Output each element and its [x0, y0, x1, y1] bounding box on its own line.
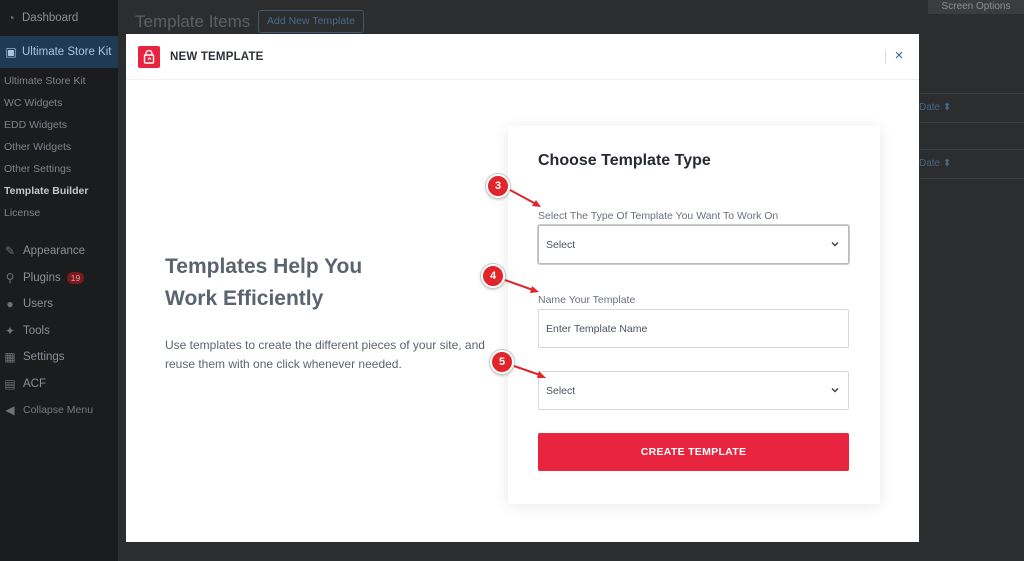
intro-description: Use templates to create the different pi… [165, 338, 485, 371]
sidebar-item-collapse-menu[interactable]: ◀ Collapse Menu [0, 397, 118, 424]
modal-title: NEW TEMPLATE [170, 50, 264, 63]
sidebar-item-label: Users [23, 298, 54, 311]
modal-header: NEW TEMPLATE × [126, 34, 919, 80]
paintbrush-icon: ✎ [4, 244, 16, 259]
settings-icon: ▦ [4, 350, 16, 365]
sidebar-item-acf[interactable]: ▤ ACF [0, 371, 118, 398]
sidebar-item-users[interactable]: ● Users [0, 291, 118, 318]
screen-options-button[interactable]: Screen Options [928, 0, 1024, 14]
sidebar-item-label: Settings [23, 351, 65, 364]
sidebar-item-label: ACF [23, 377, 46, 390]
template-type-select[interactable]: Select [538, 225, 849, 264]
annotation-arrow-5 [513, 365, 546, 378]
plugins-count-badge: 19 [66, 271, 85, 284]
template-type-value: Select [546, 238, 576, 251]
submenu-item-edd-widgets[interactable]: EDD Widgets [0, 114, 118, 136]
store-kit-icon: ▣ [5, 45, 17, 59]
template-name-label: Name Your Template [538, 294, 636, 306]
date-column-header[interactable]: Date ⬍ [919, 93, 1024, 123]
sidebar-item-label: Ultimate Store Kit [22, 46, 112, 58]
submenu-item-other-settings[interactable]: Other Settings [0, 158, 118, 180]
collapse-icon: ◀ [5, 403, 15, 418]
sidebar-item-settings[interactable]: ▦ Settings [0, 344, 118, 371]
create-template-button[interactable]: CREATE TEMPLATE [538, 433, 849, 471]
sidebar-item-appearance[interactable]: ✎ Appearance [0, 238, 118, 265]
sidebar-item-label: Collapse Menu [23, 404, 94, 417]
acf-icon: ▤ [4, 376, 16, 391]
form-heading: Choose Template Type [538, 152, 711, 169]
header-divider [885, 50, 886, 64]
annotation-marker-4: 4 [481, 264, 505, 288]
template-option-value: Select [546, 384, 576, 397]
submenu-item-other-widgets[interactable]: Other Widgets [0, 136, 118, 158]
annotation-marker-3: 3 [486, 174, 510, 198]
dashboard-icon: ◔ [7, 11, 15, 25]
add-new-template-button[interactable]: Add New Template [258, 10, 364, 33]
submenu-item-license[interactable]: License [0, 202, 118, 224]
template-form-card: Choose Template Type Select The Type Of … [508, 126, 880, 504]
annotation-arrow-3 [509, 189, 541, 207]
plugin-logo-icon [138, 45, 160, 68]
template-type-label: Select The Type Of Template You Want To … [538, 210, 779, 222]
submenu-item-template-builder[interactable]: Template Builder [0, 180, 118, 202]
date-column-footer[interactable]: Date ⬍ [919, 149, 1024, 179]
sidebar-item-label: Dashboard [22, 12, 79, 24]
annotation-marker-5: 5 [490, 350, 514, 374]
close-icon[interactable]: × [892, 48, 906, 64]
page-title: Template Items [135, 12, 251, 31]
sidebar-submenu: Ultimate Store Kit WC Widgets EDD Widget… [0, 70, 118, 224]
chevron-down-icon [830, 385, 840, 395]
intro-heading-line-2: Work Efficiently [165, 287, 324, 310]
annotation-arrow-4 [504, 279, 539, 293]
sidebar-item-ultimate-store-kit[interactable]: ▣ Ultimate Store Kit [0, 36, 118, 68]
sidebar-main-menu: ✎ Appearance ⚲ Plugins 19 ● Users ✦ Tool… [0, 238, 118, 424]
sidebar-item-plugins[interactable]: ⚲ Plugins 19 [0, 265, 118, 292]
sidebar-item-dashboard[interactable]: ◔ Dashboard [0, 0, 118, 36]
sidebar-item-tools[interactable]: ✦ Tools [0, 318, 118, 345]
intro-heading: Templates Help You Work Efficiently [165, 251, 465, 315]
chevron-down-icon [830, 239, 840, 249]
submenu-item-wc-widgets[interactable]: WC Widgets [0, 92, 118, 114]
template-option-select[interactable]: Select [538, 371, 849, 410]
intro-heading-line-1: Templates Help You [165, 255, 363, 278]
date-column-label: Date [919, 158, 941, 169]
submenu-item-ultimate-store-kit[interactable]: Ultimate Store Kit [0, 70, 118, 92]
sidebar-item-label: Plugins [23, 271, 61, 284]
plugin-icon: ⚲ [5, 270, 15, 285]
date-column-label: Date [919, 102, 941, 113]
wrench-icon: ✦ [4, 323, 16, 338]
admin-sidebar: ◔ Dashboard ▣ Ultimate Store Kit Ultimat… [0, 0, 118, 561]
template-name-input[interactable]: Enter Template Name [538, 309, 849, 348]
template-name-placeholder: Enter Template Name [546, 322, 648, 335]
sidebar-item-label: Appearance [23, 245, 86, 258]
sidebar-item-label: Tools [23, 324, 50, 337]
users-icon: ● [6, 297, 14, 312]
